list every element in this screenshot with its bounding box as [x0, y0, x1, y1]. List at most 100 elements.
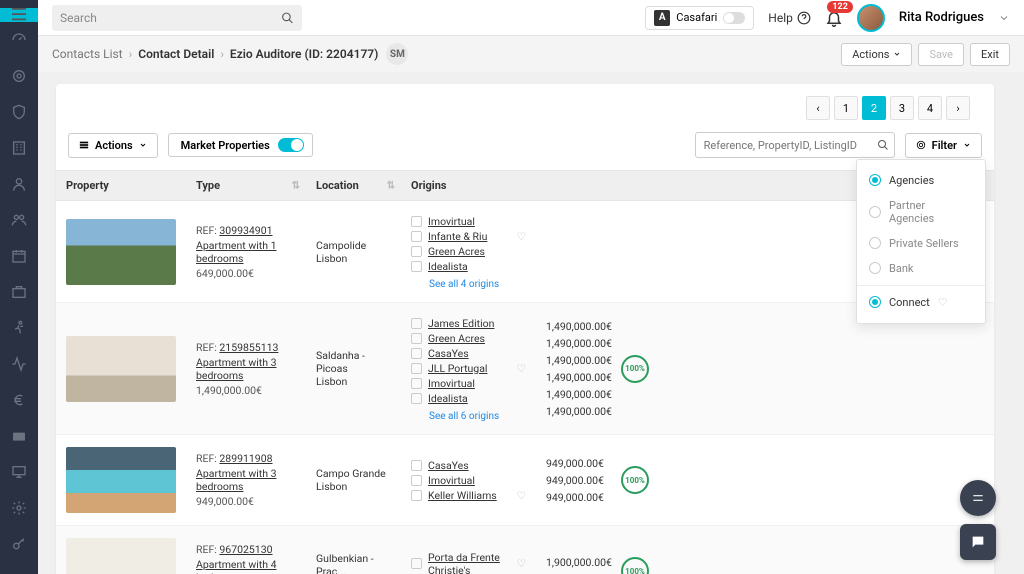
user-icon[interactable]: [10, 176, 28, 192]
property-thumbnail[interactable]: [66, 538, 176, 574]
property-thumbnail[interactable]: [66, 447, 176, 513]
table-row: REF: 309934901Apartment with 1 bedrooms6…: [56, 201, 994, 303]
column-type[interactable]: Type⇅: [186, 171, 306, 200]
origin-checkbox[interactable]: [411, 231, 422, 242]
ref-link[interactable]: 967025130: [219, 543, 272, 556]
save-button[interactable]: Save: [918, 43, 964, 66]
euro-icon[interactable]: [10, 392, 28, 408]
search-icon[interactable]: [877, 139, 889, 151]
origin-link[interactable]: Green Acres: [428, 245, 485, 258]
calendar-icon[interactable]: [10, 248, 28, 264]
ref-label: REF:: [196, 341, 219, 354]
origin-checkbox[interactable]: [411, 216, 422, 227]
origin-checkbox[interactable]: [411, 475, 422, 486]
ref-link[interactable]: 309934901: [219, 224, 272, 237]
shield-icon[interactable]: [10, 104, 28, 120]
origin-checkbox[interactable]: [411, 558, 422, 569]
property-title-link[interactable]: Apartment with 1 bedrooms: [196, 239, 296, 265]
origin-item: Idealista: [411, 260, 526, 273]
origin-link[interactable]: Idealista: [428, 260, 468, 273]
origin-link[interactable]: Porta da Frente Christie's: [428, 551, 511, 574]
filter-option-agencies[interactable]: Agencies: [857, 168, 985, 193]
filter-option-bank[interactable]: Bank: [857, 256, 985, 281]
origin-checkbox[interactable]: [411, 460, 422, 471]
ref-link[interactable]: 2159855113: [219, 341, 278, 354]
origin-link[interactable]: Green Acres: [428, 332, 485, 345]
property-thumbnail[interactable]: [66, 336, 176, 402]
building-icon[interactable]: [10, 140, 28, 156]
filter-option-partner-agencies[interactable]: Partner Agencies: [857, 193, 985, 231]
gear-icon[interactable]: [10, 500, 28, 516]
sort-icon[interactable]: ⇅: [292, 180, 300, 191]
origin-link[interactable]: JLL Portugal: [428, 362, 487, 375]
brand-toggle[interactable]: [723, 12, 745, 24]
origin-link[interactable]: Idealista: [428, 392, 468, 405]
exit-button[interactable]: Exit: [970, 43, 1010, 66]
origin-checkbox[interactable]: [411, 363, 422, 374]
briefcase-icon[interactable]: [10, 284, 28, 300]
running-icon[interactable]: [10, 320, 28, 336]
brand-name: Casafari: [676, 11, 717, 24]
activity-icon[interactable]: [10, 356, 28, 372]
breadcrumb-parent[interactable]: Contacts List: [52, 47, 123, 61]
hamburger-menu[interactable]: [0, 8, 38, 22]
see-all-origins-link[interactable]: See all 6 origins: [429, 411, 526, 422]
origin-checkbox[interactable]: [411, 246, 422, 257]
page-1[interactable]: 1: [834, 96, 858, 120]
origin-checkbox[interactable]: [411, 261, 422, 272]
origin-checkbox[interactable]: [411, 378, 422, 389]
page-3[interactable]: 3: [890, 96, 914, 120]
origin-link[interactable]: James Edition: [428, 317, 494, 330]
origin-link[interactable]: CasaYes: [428, 347, 469, 360]
notifications-button[interactable]: 122: [825, 9, 843, 27]
table-actions-dropdown[interactable]: Actions: [68, 133, 158, 158]
target-icon[interactable]: [10, 68, 28, 84]
origin-price: 1,490,000.00€: [546, 405, 581, 418]
origin-link[interactable]: CasaYes: [428, 459, 469, 472]
origin-link[interactable]: Imovirtual: [428, 377, 475, 390]
filter-option-connect[interactable]: Connect♡: [857, 290, 985, 315]
property-title-link[interactable]: Apartment with 3 bedrooms: [196, 356, 296, 382]
presentation-icon[interactable]: [10, 464, 28, 480]
see-all-origins-link[interactable]: See all 4 origins: [429, 279, 526, 290]
origin-link[interactable]: Imovirtual: [428, 474, 475, 487]
origin-checkbox[interactable]: [411, 393, 422, 404]
fab-chat[interactable]: [960, 524, 996, 560]
property-thumbnail[interactable]: [66, 219, 176, 285]
card-icon[interactable]: [10, 428, 28, 444]
help-button[interactable]: Help: [768, 11, 811, 25]
brand-chip[interactable]: A Casafari: [645, 6, 754, 30]
users-icon[interactable]: [10, 212, 28, 228]
toggle-switch[interactable]: [278, 138, 304, 152]
property-title-link[interactable]: Apartment with 3 bedrooms: [196, 467, 296, 493]
filter-button[interactable]: Filter: [905, 133, 982, 158]
origin-checkbox[interactable]: [411, 318, 422, 329]
page-prev[interactable]: ‹: [806, 96, 830, 120]
column-location[interactable]: Location⇅: [306, 171, 401, 200]
market-properties-toggle[interactable]: Market Properties: [168, 133, 313, 157]
page-next[interactable]: ›: [946, 96, 970, 120]
avatar[interactable]: [857, 4, 885, 32]
page-2[interactable]: 2: [862, 96, 886, 120]
dashboard-icon[interactable]: [10, 32, 28, 48]
origin-checkbox[interactable]: [411, 490, 422, 501]
filter-option-private-sellers[interactable]: Private Sellers: [857, 231, 985, 256]
origin-checkbox[interactable]: [411, 348, 422, 359]
search-input[interactable]: [52, 5, 302, 31]
reference-search-input[interactable]: [695, 132, 895, 158]
property-title-link[interactable]: Apartment with 4 bedrooms: [196, 558, 296, 574]
chevron-down-icon[interactable]: [998, 12, 1010, 24]
key-icon[interactable]: [10, 536, 28, 552]
sidebar: [0, 0, 38, 574]
ref-link[interactable]: 289911908: [219, 452, 272, 465]
fab-menu[interactable]: [960, 480, 996, 516]
initials-badge: SM: [386, 43, 408, 65]
heart-icon: ♡: [517, 362, 526, 375]
sort-icon[interactable]: ⇅: [387, 180, 395, 191]
origin-link[interactable]: Keller Williams: [428, 489, 497, 502]
page-4[interactable]: 4: [918, 96, 942, 120]
origin-link[interactable]: Infante & Riu: [428, 230, 487, 243]
origin-checkbox[interactable]: [411, 333, 422, 344]
actions-dropdown[interactable]: Actions: [841, 43, 912, 66]
origin-link[interactable]: Imovirtual: [428, 215, 475, 228]
